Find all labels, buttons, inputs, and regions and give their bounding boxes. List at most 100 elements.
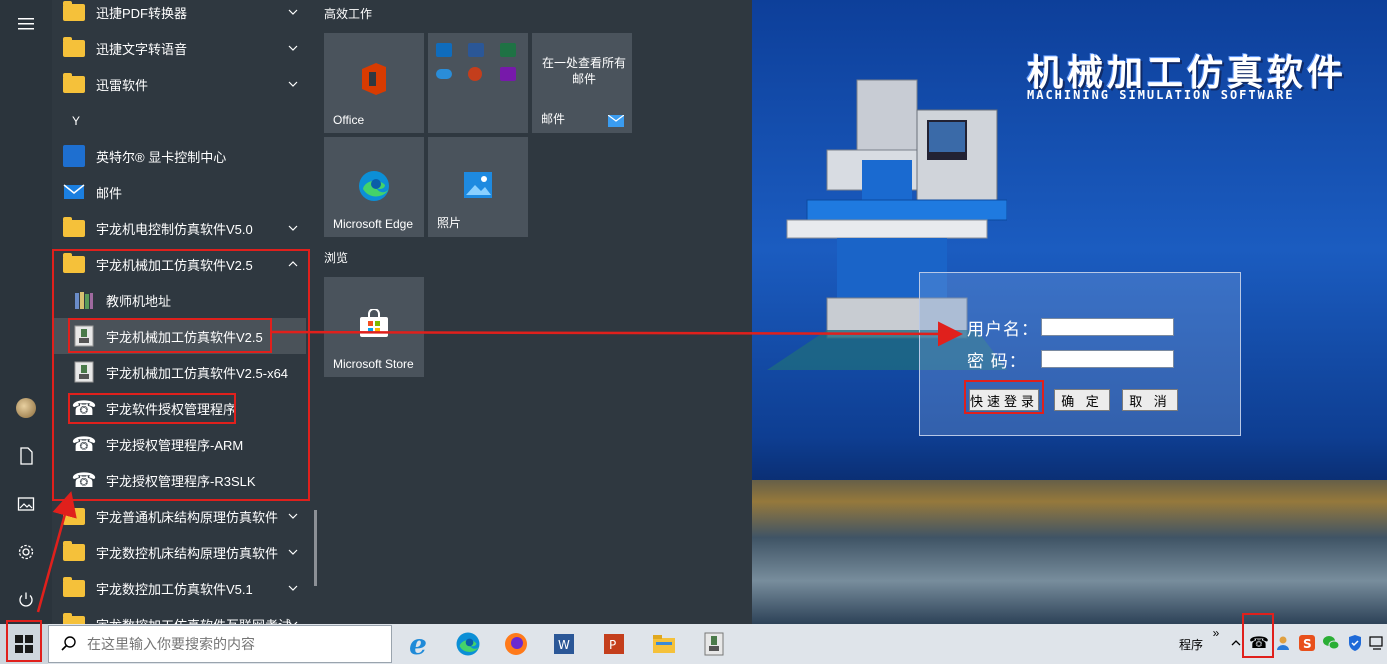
app-folder-xunjie-tts[interactable]: 迅捷文字转语音 [52,30,306,66]
intel-graphics-icon [62,144,86,168]
username-label: 用户名： [967,320,1039,339]
tile-mail[interactable]: 在一处查看所有邮件 邮件 [532,33,632,133]
edge-logo-icon [324,169,424,203]
taskbar-file-explorer-icon[interactable] [640,624,688,664]
app-folder-yulong-cnc-online-exam[interactable]: 宇龙数控加工仿真软件互联网考试 [52,606,306,624]
taskbar-word-icon[interactable]: W [540,624,588,664]
tile-edge[interactable]: Microsoft Edge [324,137,424,237]
tray-telephone-icon[interactable]: ☎ [1249,634,1269,652]
office-logo-icon [324,61,424,97]
app-yulong-license-manager[interactable]: ☎ 宇龙软件授权管理程序 [52,390,306,426]
power-icon[interactable] [0,576,52,624]
chevron-down-icon [288,81,298,87]
mail-icon [608,115,624,127]
app-label: 迅捷PDF转换器 [96,5,188,21]
app-folder-yulong-cnc-v51[interactable]: 宇龙数控加工仿真软件V5.1 [52,570,306,606]
app-yulong-license-arm[interactable]: ☎ 宇龙授权管理程序-ARM [52,426,306,462]
tile-label: Microsoft Store [333,357,414,371]
books-icon [72,288,96,312]
taskbar-edge-icon[interactable] [444,624,492,664]
tray-wechat-icon[interactable] [1322,634,1340,652]
cancel-button[interactable]: 取 消 [1122,389,1178,411]
app-label: 宇龙数控机床结构原理仿真软件 [96,545,279,561]
app-folder-yulong-ordinary-machine[interactable]: 宇龙普通机床结构原理仿真软件 [52,498,306,534]
yulong-app-icon [72,324,96,348]
folder-icon [62,612,86,624]
pictures-icon[interactable] [0,480,52,528]
windows-logo-icon [15,635,33,653]
search-icon [61,636,76,651]
taskbar-search-box[interactable] [48,625,392,663]
start-left-rail [0,0,52,624]
app-mail[interactable]: 邮件 [52,174,306,210]
app-label: 宇龙普通机床结构原理仿真软件 [96,509,279,525]
letter-header-y[interactable]: Y [72,114,80,128]
tile-label: Microsoft Edge [333,217,414,231]
chevron-up-icon [288,261,298,267]
app-teacher-address[interactable]: 教师机地址 [52,282,306,318]
chevron-down-icon [288,549,298,555]
tile-label: Office [333,113,365,127]
chevron-down-icon [288,513,298,519]
tile-office-apps-folder[interactable] [428,33,528,133]
tiles-area: 高效工作 Office 在一处查看所有邮件 邮件 Microsoft Edge … [322,0,752,624]
app-folder-xunjie-pdf[interactable]: 迅捷PDF转换器 [52,0,306,30]
tray-security-shield-icon[interactable] [1346,634,1364,652]
water-reflection-background [752,480,1387,624]
tile-office[interactable]: Office [324,33,424,133]
store-bag-icon [324,309,424,339]
svg-text:P: P [609,638,616,652]
start-button[interactable] [0,624,48,664]
ok-button[interactable]: 确 定 [1054,389,1110,411]
telephone-icon: ☎ [71,397,97,420]
tray-overflow-chevron-up-icon[interactable] [1227,634,1245,652]
user-avatar[interactable] [0,384,52,432]
app-label: 宇龙机电控制仿真软件V5.0 [96,221,253,237]
folder-icon [62,0,86,24]
folder-icon [62,576,86,600]
documents-icon[interactable] [0,432,52,480]
app-label: 英特尔® 显卡控制中心 [96,149,227,165]
excel-icon [500,43,516,57]
search-input[interactable] [87,636,377,652]
tray-user-icon[interactable] [1274,634,1292,652]
chevron-down-icon [288,45,298,51]
svg-text:S: S [1303,637,1312,651]
taskbar: e W P 程序 » ☎ S [0,624,1387,664]
username-input[interactable] [1041,318,1174,336]
taskbar-ie-icon[interactable]: e [394,624,442,664]
password-input[interactable] [1041,350,1174,368]
chevron-down-icon [288,9,298,15]
taskbar-firefox-icon[interactable] [492,624,540,664]
app-yulong-machining-v25[interactable]: 宇龙机械加工仿真软件V2.5 [52,318,306,354]
app-list-scrollbar[interactable] [314,510,317,586]
settings-gear-icon[interactable] [0,528,52,576]
app-label: 宇龙机械加工仿真软件V2.5 [96,257,253,273]
taskbar-powerpoint-icon[interactable]: P [590,624,638,664]
app-intel-graphics[interactable]: 英特尔® 显卡控制中心 [52,138,306,174]
app-folder-yulong-machining[interactable]: 宇龙机械加工仿真软件V2.5 [52,246,306,282]
tray-network-icon[interactable] [1368,634,1386,652]
password-label: 密 码： [967,352,1027,371]
app-folder-yulong-electromech[interactable]: 宇龙机电控制仿真软件V5.0 [52,210,306,246]
tile-group-title-browse[interactable]: 浏览 [324,249,348,266]
hamburger-menu-icon[interactable] [0,0,52,48]
tile-group-title-productivity[interactable]: 高效工作 [324,5,372,22]
folder-icon [62,252,86,276]
tray-toolbar-label[interactable]: 程序 [1179,636,1203,653]
tile-microsoft-store[interactable]: Microsoft Store [324,277,424,377]
tile-photos[interactable]: 照片 [428,137,528,237]
quick-login-button[interactable]: 快速登录 [969,389,1039,411]
app-folder-xunlei[interactable]: 迅雷软件 [52,66,306,102]
tray-toolbar-more-icon[interactable]: » [1207,624,1225,642]
app-label: 宇龙机械加工仿真软件V2.5 [106,329,263,345]
yulong-app-icon [72,360,96,384]
app-folder-yulong-cnc-structure[interactable]: 宇龙数控机床结构原理仿真软件 [52,534,306,570]
taskbar-yulong-app-icon[interactable] [690,624,738,664]
chevron-down-icon [288,621,298,624]
app-yulong-license-r3slk[interactable]: ☎ 宇龙授权管理程序-R3SLK [52,462,306,498]
tray-sogou-input-icon[interactable]: S [1298,634,1316,652]
tile-label: 邮件 [541,112,566,126]
app-label: 迅雷软件 [96,77,149,93]
app-yulong-machining-v25-x64[interactable]: 宇龙机械加工仿真软件V2.5-x64 [52,354,306,390]
